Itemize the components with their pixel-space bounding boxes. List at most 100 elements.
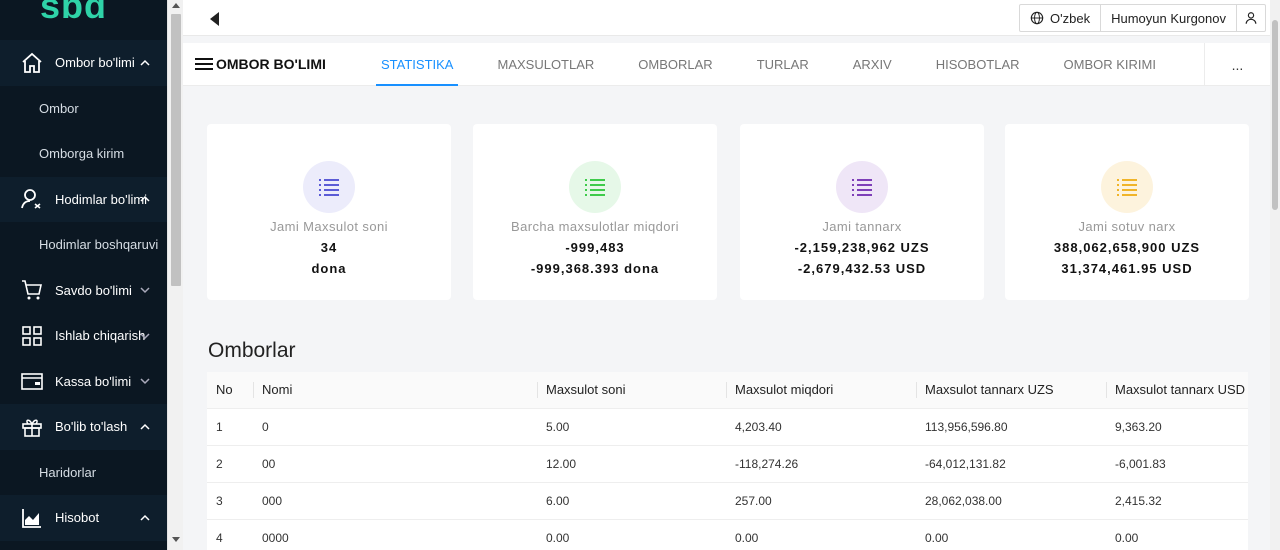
list-icon bbox=[836, 161, 888, 213]
sidebar-item-kassa-bo-limi[interactable]: Kassa bo'limi bbox=[0, 358, 167, 404]
sidebar-item-label: Ombor bbox=[39, 100, 79, 116]
back-arrow-icon[interactable] bbox=[210, 12, 219, 26]
top-bar: O'zbek Humoyun Kurgonov bbox=[183, 0, 1270, 36]
cell-usd: -6,001.83 bbox=[1106, 445, 1248, 483]
sidebar-item-label: Haridorlar bbox=[39, 464, 97, 480]
tab-statistika[interactable]: STATISTIKA bbox=[376, 43, 459, 86]
page-scroll-thumb[interactable] bbox=[1272, 20, 1278, 210]
tab-turlar[interactable]: TURLAR bbox=[752, 43, 814, 86]
cell-count: 12.00 bbox=[537, 445, 726, 483]
section-tabs-bar: OMBOR BO'LIMI STATISTIKA MAXSULOTLAR OMBOR… bbox=[183, 43, 1270, 86]
page-scrollbar[interactable] bbox=[1270, 0, 1280, 550]
table-row[interactable]: 2 00 12.00 -118,274.26 -64,012,131.82 -6,001.… bbox=[207, 445, 1248, 483]
stat-value: 388,062,658,900 UZS bbox=[1053, 240, 1201, 255]
list-icon bbox=[569, 161, 621, 213]
cell-name: 0 bbox=[253, 408, 537, 446]
stat-label: Jami tannarx bbox=[822, 219, 902, 234]
tab-ombor-kirimi[interactable]: OMBOR KIRIMI bbox=[1059, 43, 1161, 86]
wallet-icon bbox=[20, 369, 44, 393]
cell-qty: 4,203.40 bbox=[726, 408, 916, 446]
cell-name: 00 bbox=[253, 445, 537, 483]
sidebar: sbd Ombor bo'limi Ombor Omborga kirim Hodim… bbox=[0, 0, 167, 550]
logo[interactable]: sbd bbox=[0, 0, 167, 40]
cell-usd: 0.00 bbox=[1106, 519, 1248, 550]
stat-card: Barcha maxsulotlar miqdori -999,483 -999,3… bbox=[473, 124, 717, 300]
chevron-up-icon bbox=[140, 513, 150, 523]
home-icon bbox=[20, 51, 44, 75]
sidebar-item-hodimlar-boshqaruvi[interactable]: Hodimlar boshqaruvi bbox=[0, 222, 167, 268]
language-label: O'zbek bbox=[1050, 10, 1091, 26]
sidebar-item-ombor-bo-limi[interactable]: Ombor bo'limi bbox=[0, 40, 167, 86]
tab-hisobotlar[interactable]: HISOBOTLAR bbox=[931, 43, 1025, 86]
cell-usd: 2,415.32 bbox=[1106, 482, 1248, 520]
column-header[interactable]: Nomi bbox=[253, 372, 537, 409]
sidebar-item-label: Ombor bo'limi bbox=[55, 55, 135, 71]
cell-qty: -118,274.26 bbox=[726, 445, 916, 483]
sidebar-item-label: Ishlab chiqarish bbox=[55, 328, 146, 344]
sidebar-scrollbar[interactable] bbox=[167, 0, 183, 550]
section-title: OMBOR BO'LIMI bbox=[183, 56, 376, 72]
cell-count: 5.00 bbox=[537, 408, 726, 446]
table-body: 1 0 5.00 4,203.40 113,956,596.80 9,363.20 2 00 1… bbox=[207, 408, 1248, 550]
sidebar-item-hodimlar-bo-limi[interactable]: Hodimlar bo'limi bbox=[0, 176, 167, 222]
cell-count: 6.00 bbox=[537, 482, 726, 520]
sidebar-item-ombor[interactable]: Ombor bbox=[0, 85, 167, 131]
column-header[interactable]: Maxsulot miqdori bbox=[726, 372, 916, 409]
more-tabs-button[interactable]: ... bbox=[1204, 43, 1270, 86]
grid-icon bbox=[20, 324, 44, 348]
sidebar-item-haridorlar[interactable]: Haridorlar bbox=[0, 449, 167, 495]
table-row[interactable]: 3 000 6.00 257.00 28,062,038.00 2,415.32 bbox=[207, 482, 1248, 520]
tab-omborlar[interactable]: OMBORLAR bbox=[633, 43, 717, 86]
sidebar-item-bo-lib-to-lash[interactable]: Bo'lib to'lash bbox=[0, 404, 167, 450]
stat-label: Barcha maxsulotlar miqdori bbox=[511, 219, 679, 234]
language-selector[interactable]: O'zbek bbox=[1020, 5, 1102, 31]
sidebar-item-label: Bo'lib to'lash bbox=[55, 419, 128, 435]
stat-value: -999,483 bbox=[565, 240, 625, 255]
scroll-down-arrow-icon[interactable] bbox=[172, 537, 180, 542]
section-title-text: OMBOR BO'LIMI bbox=[216, 56, 326, 72]
stat-value-secondary: -999,368.393 dona bbox=[530, 261, 660, 276]
user-icon bbox=[20, 187, 44, 211]
stat-label: Jami Maxsulot soni bbox=[270, 219, 388, 234]
sidebar-item-hisobot[interactable]: Hisobot bbox=[0, 495, 167, 541]
stat-card: Jami tannarx -2,159,238,962 UZS -2,679,432… bbox=[740, 124, 984, 300]
stat-value-secondary: dona bbox=[311, 261, 347, 276]
user-name-button[interactable]: Humoyun Kurgonov bbox=[1101, 5, 1237, 31]
user-menu-button[interactable] bbox=[1237, 5, 1265, 31]
table-title: Omborlar bbox=[208, 339, 296, 362]
cart-icon bbox=[20, 278, 44, 302]
tab-maxsulotlar[interactable]: MAXSULOTLAR bbox=[492, 43, 599, 86]
user-name: Humoyun Kurgonov bbox=[1111, 10, 1226, 26]
gift-icon bbox=[20, 415, 44, 439]
sidebar-item-label: Savdo bo'limi bbox=[55, 282, 132, 298]
hamburger-menu-icon[interactable] bbox=[195, 57, 213, 71]
tabs: STATISTIKA MAXSULOTLAR OMBORLAR TURLAR ARXIV… bbox=[376, 43, 1195, 86]
cell-no: 1 bbox=[207, 408, 253, 446]
chevron-down-icon bbox=[140, 376, 150, 386]
column-header[interactable]: No bbox=[207, 372, 253, 409]
stat-value: -2,159,238,962 UZS bbox=[794, 240, 930, 255]
tab-arxiv[interactable]: ARXIV bbox=[848, 43, 897, 86]
cell-no: 2 bbox=[207, 445, 253, 483]
column-header[interactable]: Maxsulot tannarx USD bbox=[1106, 372, 1248, 409]
table-header-row: No Nomi Maxsulot soni Maxsulot miqdori Maxsu… bbox=[207, 372, 1248, 409]
column-header[interactable]: Maxsulot tannarx UZS bbox=[916, 372, 1106, 409]
chevron-up-icon bbox=[140, 58, 150, 68]
cell-usd: 9,363.20 bbox=[1106, 408, 1248, 446]
cell-no: 3 bbox=[207, 482, 253, 520]
cell-uzs: -64,012,131.82 bbox=[916, 445, 1106, 483]
sidebar-scroll-thumb[interactable] bbox=[171, 14, 181, 286]
cell-qty: 257.00 bbox=[726, 482, 916, 520]
table-row[interactable]: 4 0000 0.00 0.00 0.00 0.00 bbox=[207, 519, 1248, 550]
scroll-up-arrow-icon[interactable] bbox=[172, 3, 180, 8]
column-header[interactable]: Maxsulot soni bbox=[537, 372, 726, 409]
sidebar-item-label: Omborga kirim bbox=[39, 146, 125, 162]
cell-name: 0000 bbox=[253, 519, 537, 550]
sidebar-item-omborga-kirim[interactable]: Omborga kirim bbox=[0, 131, 167, 177]
table-row[interactable]: 1 0 5.00 4,203.40 113,956,596.80 9,363.20 bbox=[207, 408, 1248, 446]
sidebar-item-ishlab-chiqarish[interactable]: Ishlab chiqarish bbox=[0, 313, 167, 359]
cell-qty: 0.00 bbox=[726, 519, 916, 550]
sidebar-item-label: Hodimlar bo'limi bbox=[55, 191, 148, 207]
cell-uzs: 0.00 bbox=[916, 519, 1106, 550]
sidebar-item-savdo-bo-limi[interactable]: Savdo bo'limi bbox=[0, 267, 167, 313]
